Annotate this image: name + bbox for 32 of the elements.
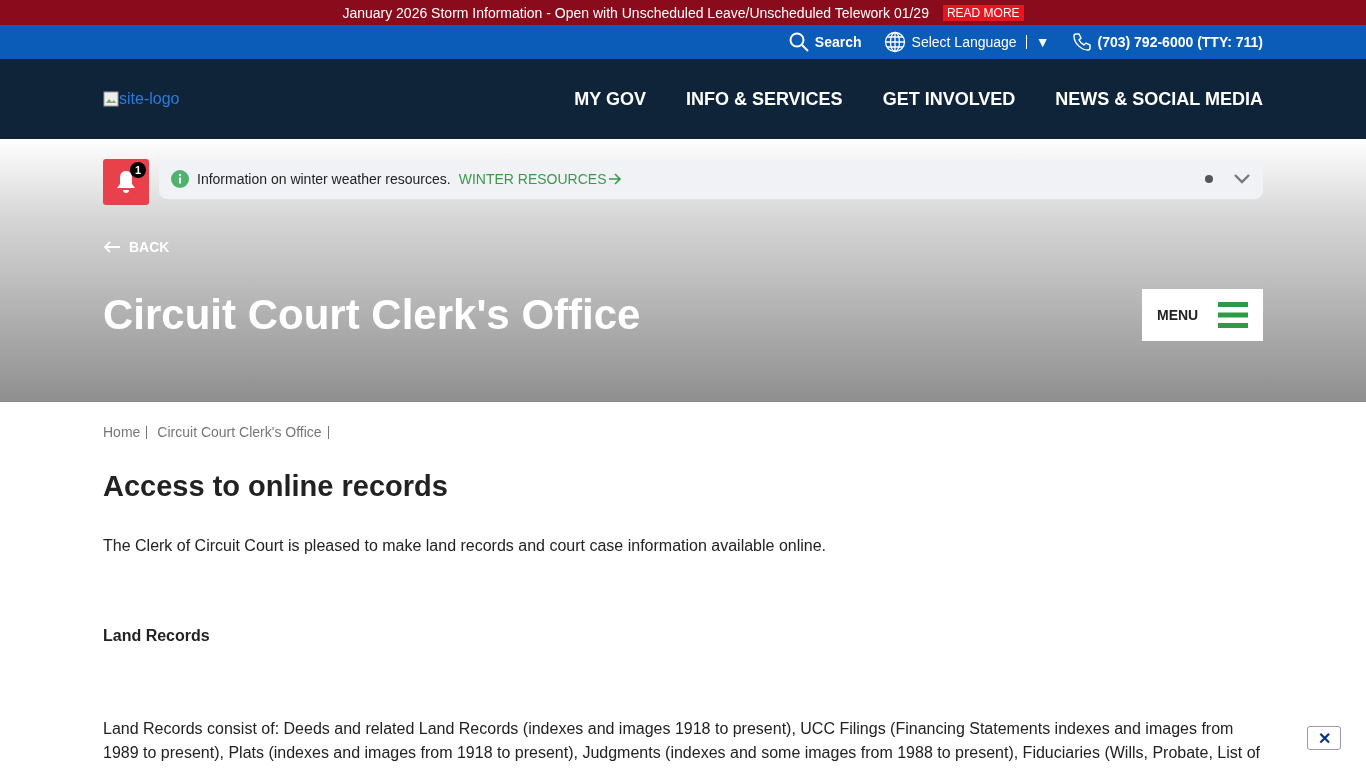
land-records-paragraph: Land Records consist of: Deeds and related Land Records (indexes and images 1918 to present), UCC Filings (Financing Statements indexes and images from 1989 to present), Plats (indexes and images from 1918 to present), Judgments (indexes and some images from 1988 to present), Fiduciaries (Wills, Probate, List of [103,719,1261,763]
phone-icon [1071,32,1092,52]
read-more-link[interactable]: READ MORE [942,4,1024,21]
language-selector[interactable]: Select Language ▼ [883,31,1050,53]
close-button[interactable]: ✕ [1307,726,1341,750]
pager-dot[interactable] [1205,175,1213,183]
arrow-right-icon [608,173,623,185]
alert-count-badge: 1 [130,162,146,178]
broken-image-icon [103,91,119,107]
phone-link[interactable]: (703) 792-6000 (TTY: 711) [1071,32,1263,52]
alert-message: Information on winter weather resources. [197,171,451,187]
nav-item[interactable]: MY GOV [574,88,646,110]
info-icon [171,170,189,188]
section-heading: Access to online records [103,470,449,503]
alerts-button[interactable]: 1 [103,159,149,205]
chevron-down-icon[interactable] [1233,173,1251,185]
arrow-left-icon [103,241,121,253]
search-icon [788,32,809,52]
emergency-message: January 2026 Storm Information - Open with Unscheduled Leave/Unscheduled Telework 01/29 [342,4,929,21]
nav-item[interactable]: INFO & SERVICES [685,88,843,110]
breadcrumb-link[interactable]: Circuit Court Clerk's Office [157,424,322,440]
breadcrumb-link[interactable]: Home [103,424,141,440]
page-title: Circuit Court Clerk's Office [103,291,641,339]
nav-item[interactable]: GET INVOLVED [882,88,1016,110]
menu-icon [1218,302,1248,328]
site-logo[interactable]: site-logo [103,90,180,108]
globe-icon [883,31,906,53]
intro-paragraph: The Clerk of Circuit Court is pleased to make land records and court case information available online. [103,537,828,555]
nav-item[interactable]: NEWS & SOCIAL MEDIA [1055,88,1263,110]
subheading: Land Records [103,627,211,645]
menu-button[interactable]: MENU [1142,289,1263,341]
search-link[interactable]: Search [788,32,862,52]
